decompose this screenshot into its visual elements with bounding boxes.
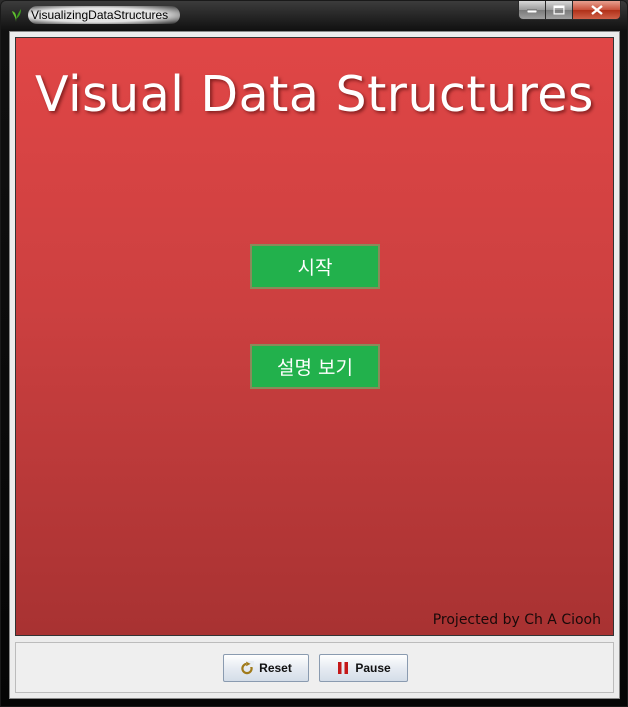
pause-button[interactable]: Pause (319, 654, 408, 682)
application-window: VisualizingDataStructures Visual Data St… (0, 0, 628, 707)
page-title: Visual Data Structures (35, 66, 594, 123)
pause-icon (338, 662, 349, 674)
main-canvas: Visual Data Structures 시작 설명 보기 Projecte… (15, 37, 614, 636)
credit-text: Projected by Ch A Ciooh (432, 612, 601, 628)
close-button[interactable] (573, 1, 621, 20)
title-bar[interactable]: VisualizingDataStructures (1, 1, 627, 31)
reset-label: Reset (259, 661, 292, 675)
refresh-icon (241, 661, 255, 675)
app-leaf-icon (12, 9, 21, 22)
maximize-icon (553, 5, 565, 15)
start-button[interactable]: 시작 (250, 244, 380, 289)
client-area: Visual Data Structures 시작 설명 보기 Projecte… (9, 31, 620, 699)
caption-buttons (518, 1, 621, 21)
control-panel: Reset Pause (15, 642, 614, 693)
minimize-button[interactable] (518, 1, 546, 20)
reset-button[interactable]: Reset (223, 654, 309, 682)
window-title: VisualizingDataStructures (28, 6, 181, 24)
close-icon (590, 5, 603, 15)
maximize-button[interactable] (546, 1, 573, 20)
help-button[interactable]: 설명 보기 (250, 344, 380, 389)
minimize-icon (527, 9, 537, 13)
pause-label: Pause (355, 661, 391, 675)
